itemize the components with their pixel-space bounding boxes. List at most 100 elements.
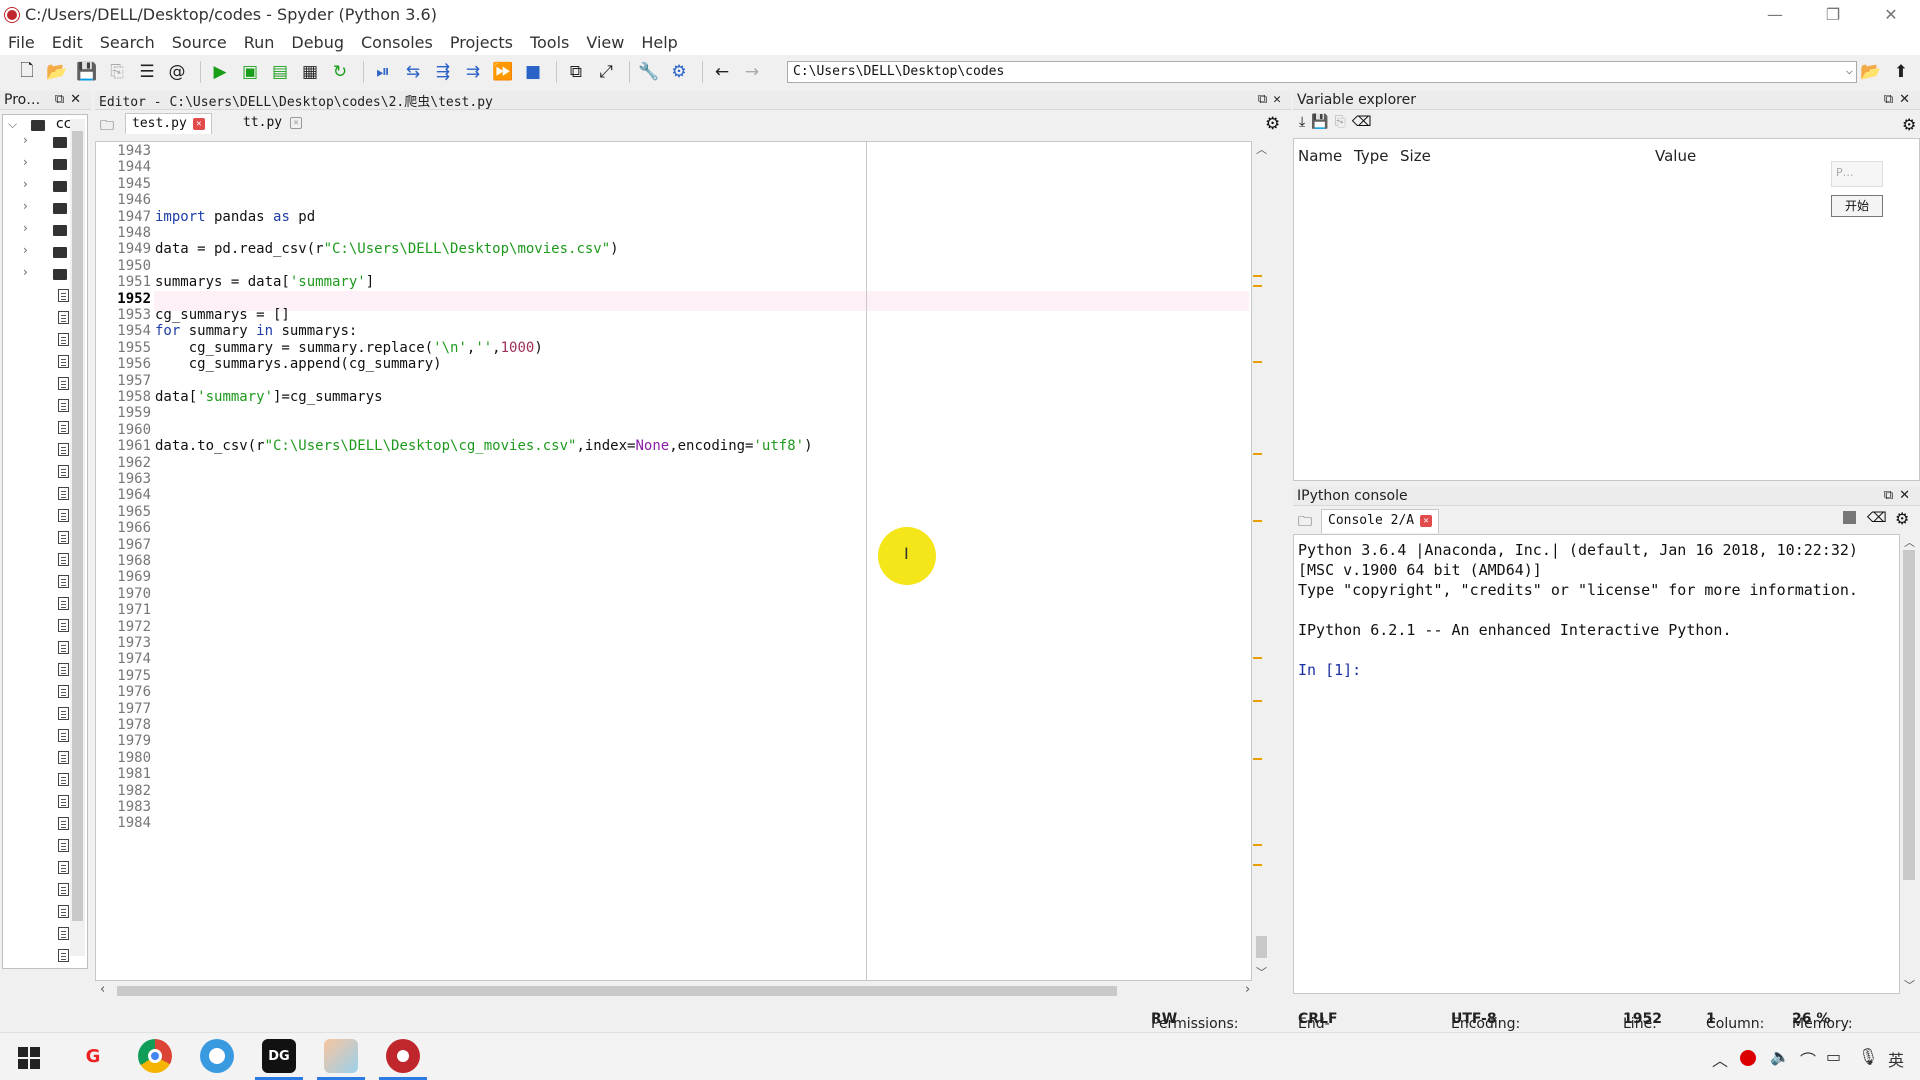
volume-icon[interactable]: 🔈 <box>1770 1047 1790 1066</box>
file-icon[interactable] <box>58 575 69 588</box>
datagrip-icon[interactable]: DG <box>262 1039 296 1073</box>
chrome-icon[interactable] <box>138 1039 172 1073</box>
clear-console-icon[interactable]: ⌫ <box>1867 510 1887 526</box>
editor-vertical-scrollbar[interactable]: ︿ ﹀ <box>1253 141 1270 981</box>
gear-icon[interactable]: ⚙ <box>1895 509 1909 528</box>
warning-marker[interactable] <box>1253 657 1262 659</box>
app-g-icon[interactable]: G <box>76 1039 110 1073</box>
console-scrollbar[interactable]: ︿ ﹀ <box>1900 534 1918 994</box>
step-into-icon[interactable]: ⇶ <box>430 59 456 85</box>
folder-icon[interactable] <box>53 203 67 214</box>
tab-test-py[interactable]: test.py ✕ <box>125 113 212 134</box>
pane-controls[interactable]: ⧉✕ <box>1258 92 1287 107</box>
run-cell-advance-icon[interactable]: ▤ <box>267 59 293 85</box>
pane-controls[interactable]: ⧉✕ <box>1884 92 1916 107</box>
file-icon[interactable] <box>58 685 69 698</box>
record-icon[interactable] <box>1740 1050 1756 1066</box>
working-directory-field[interactable]: C:\Users\DELL\Desktop\codes ⌵ <box>787 61 1857 83</box>
file-icon[interactable] <box>58 333 69 346</box>
file-icon[interactable] <box>58 553 69 566</box>
folder-icon[interactable] <box>53 181 67 192</box>
stop-kernel-icon[interactable] <box>1843 511 1856 524</box>
step-return-icon[interactable]: ⇉ <box>460 59 486 85</box>
chevron-right-icon[interactable]: › <box>23 177 28 191</box>
new-file-icon[interactable]: 🗋 <box>14 59 40 85</box>
code-editor[interactable]: 1943 1944 1945 1946 1947 import pandas as pd 1… <box>95 141 1252 981</box>
menu-edit[interactable]: Edit <box>52 33 83 52</box>
warning-marker[interactable] <box>1253 864 1262 866</box>
save-as-icon[interactable]: ⎘ <box>1335 114 1346 130</box>
image-app-icon[interactable] <box>324 1039 358 1073</box>
warning-marker[interactable] <box>1253 285 1262 287</box>
maximize-pane-icon[interactable]: ⧉ <box>563 59 589 85</box>
maximize-button[interactable]: ❐ <box>1804 0 1862 29</box>
spyder-taskbar-icon[interactable] <box>386 1039 420 1073</box>
variable-table[interactable]: Name Type Size Value P… 开始 <box>1293 138 1920 481</box>
close-button[interactable]: ✕ <box>1862 0 1920 29</box>
run-cell-icon[interactable]: ▣ <box>237 59 263 85</box>
column-size[interactable]: Size <box>1400 147 1431 165</box>
file-icon[interactable] <box>58 465 69 478</box>
file-icon[interactable] <box>58 509 69 522</box>
file-icon[interactable] <box>58 817 69 830</box>
file-icon[interactable] <box>58 531 69 544</box>
menu-source[interactable]: Source <box>172 33 227 52</box>
folder-icon[interactable] <box>53 247 67 258</box>
menu-file[interactable]: File <box>8 33 35 52</box>
python-path-icon[interactable]: ⚙ <box>666 59 692 85</box>
warning-marker[interactable] <box>1253 275 1262 277</box>
tab-console[interactable]: Console 2/A ✕ <box>1321 509 1440 533</box>
file-icon[interactable] <box>58 795 69 808</box>
file-icon[interactable] <box>58 597 69 610</box>
menu-projects[interactable]: Projects <box>450 33 513 52</box>
menu-help[interactable]: Help <box>641 33 677 52</box>
chevron-right-icon[interactable]: › <box>23 155 28 169</box>
outline-icon[interactable]: ☰ <box>134 59 160 85</box>
file-icon[interactable] <box>58 399 69 412</box>
windows-start-icon[interactable] <box>18 1047 40 1069</box>
browser-icon[interactable] <box>200 1039 234 1073</box>
run-icon[interactable]: ▶ <box>207 59 233 85</box>
file-icon[interactable] <box>58 663 69 676</box>
menu-run[interactable]: Run <box>244 33 275 52</box>
warning-marker[interactable] <box>1253 520 1262 522</box>
chevron-right-icon[interactable]: › <box>23 221 28 235</box>
minimize-button[interactable]: — <box>1746 0 1804 29</box>
column-name[interactable]: Name <box>1298 147 1342 165</box>
menu-view[interactable]: View <box>586 33 624 52</box>
close-icon[interactable]: ✕ <box>192 117 205 130</box>
warning-marker[interactable] <box>1253 700 1262 702</box>
save-all-icon[interactable]: ⎘ <box>104 59 130 85</box>
menu-tools[interactable]: Tools <box>530 33 569 52</box>
gear-icon[interactable]: ⚙ <box>1265 114 1280 134</box>
open-file-icon[interactable]: 📂 <box>44 59 70 85</box>
network-icon[interactable]: ⌒ <box>1800 1047 1816 1071</box>
folder-icon[interactable] <box>53 225 67 236</box>
warning-marker[interactable] <box>1253 844 1262 846</box>
project-scrollbar[interactable] <box>70 119 85 956</box>
pane-controls[interactable]: ⧉✕ <box>1884 488 1916 503</box>
file-icon[interactable] <box>58 905 69 918</box>
close-icon[interactable]: ✕ <box>1420 514 1433 527</box>
file-icon[interactable] <box>58 487 69 500</box>
file-icon[interactable] <box>58 443 69 456</box>
file-icon[interactable] <box>58 641 69 654</box>
chevron-right-icon[interactable]: › <box>23 265 28 279</box>
console-output[interactable]: Python 3.6.4 |Anaconda, Inc.| (default, … <box>1293 534 1900 994</box>
folder-icon[interactable] <box>53 137 67 148</box>
chevron-down-icon[interactable]: ⌵ <box>8 117 17 132</box>
browse-tabs-icon[interactable]: 🗀 <box>1298 511 1312 535</box>
erase-icon[interactable]: ⌫ <box>1352 114 1372 130</box>
start-button[interactable]: 开始 <box>1831 195 1883 217</box>
file-icon[interactable] <box>58 751 69 764</box>
parent-dir-icon[interactable]: ⬆ <box>1888 59 1914 85</box>
run-selection-icon[interactable]: ▦ <box>297 59 323 85</box>
save-data-icon[interactable]: 💾 <box>1311 114 1328 130</box>
file-icon[interactable] <box>58 927 69 940</box>
forward-arrow-icon[interactable]: → <box>739 59 765 85</box>
menu-debug[interactable]: Debug <box>291 33 344 52</box>
step-icon[interactable]: ⇆ <box>400 59 426 85</box>
file-icon[interactable] <box>58 839 69 852</box>
ime-indicator[interactable]: 英 <box>1888 1047 1904 1071</box>
warning-marker[interactable] <box>1253 361 1262 363</box>
